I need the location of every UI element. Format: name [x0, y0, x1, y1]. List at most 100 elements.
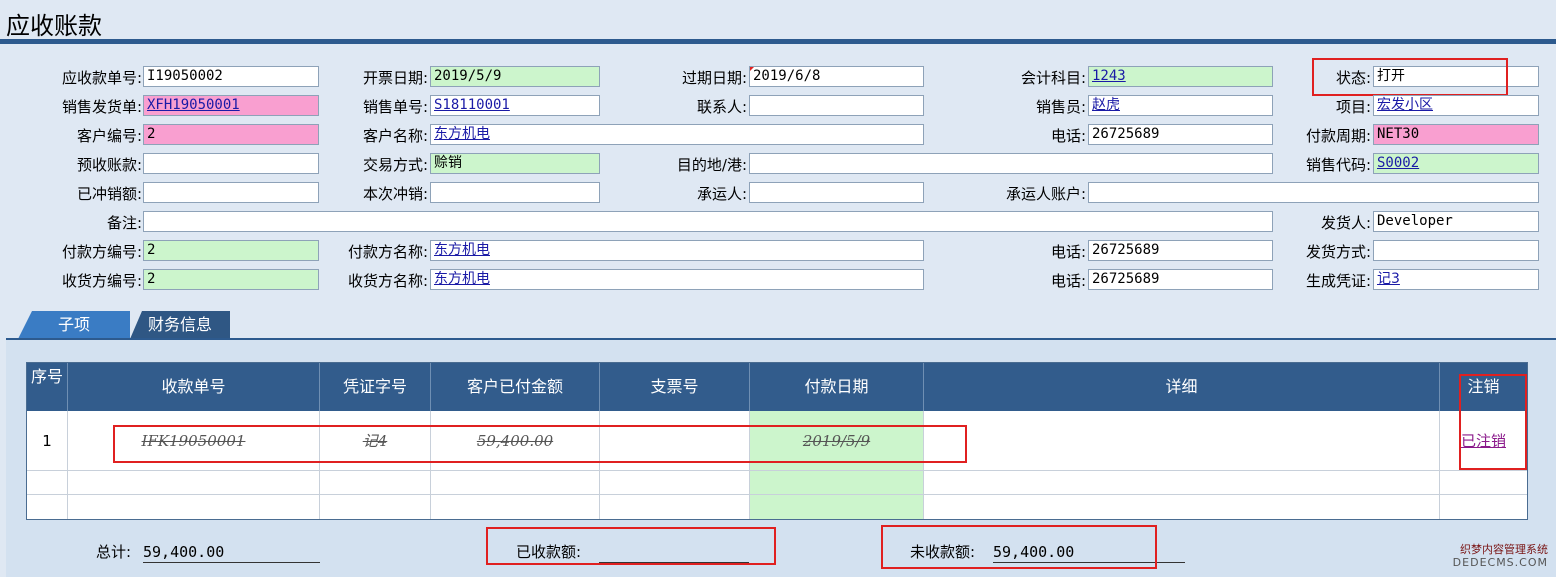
empty-cell: [924, 471, 1440, 495]
receivable-no-field[interactable]: I19050002: [143, 66, 319, 87]
payment-term-label: 付款周期:: [1305, 127, 1371, 145]
invoice-date-label: 开票日期:: [362, 69, 428, 87]
empty-cell: [750, 495, 924, 519]
col-header-detail[interactable]: 详细: [924, 363, 1440, 411]
col-header-paid-amount[interactable]: 客户已付金额: [431, 363, 600, 411]
col-header-seq[interactable]: 序号: [27, 363, 68, 411]
tab-items[interactable]: 子项: [18, 311, 130, 339]
sales-delivery-label: 销售发货单:: [61, 98, 142, 116]
phone2-field[interactable]: 26725689: [1088, 240, 1273, 261]
sales-code-label: 销售代码:: [1305, 156, 1371, 174]
sales-delivery-link[interactable]: XFH19050001: [147, 97, 240, 113]
customer-name-link[interactable]: 东方机电: [434, 126, 490, 142]
prepaid-field[interactable]: [143, 153, 319, 174]
invoice-date-field[interactable]: 2019/5/9: [430, 66, 600, 87]
ship-mode-field[interactable]: [1373, 240, 1539, 261]
voucher-link[interactable]: 记3: [1377, 271, 1400, 287]
row-highlight-box: [113, 425, 967, 463]
receiver-name-link[interactable]: 东方机电: [434, 271, 490, 287]
payer-no-field[interactable]: 2: [143, 240, 319, 261]
phone1-label: 电话:: [1050, 127, 1086, 145]
phone1-field[interactable]: 26725689: [1088, 124, 1273, 145]
cancel-column-highlight-box: [1459, 374, 1527, 470]
salesperson-label: 销售员:: [1035, 98, 1086, 116]
phone3-field[interactable]: 26725689: [1088, 269, 1273, 290]
watermark-line1: 织梦内容管理系统: [1460, 543, 1548, 556]
salesperson-field[interactable]: 赵虎: [1088, 95, 1273, 116]
sales-order-label: 销售单号:: [362, 98, 428, 116]
payer-no-label: 付款方编号:: [61, 243, 142, 261]
contact-field[interactable]: [749, 95, 924, 116]
total-label: 总计:: [96, 543, 132, 561]
project-link[interactable]: 宏发小区: [1377, 97, 1433, 113]
destination-field[interactable]: [749, 153, 1273, 174]
remark-label: 备注:: [106, 214, 142, 232]
receivable-no-label: 应收款单号:: [61, 69, 142, 87]
title-area: 应收账款: [0, 0, 1556, 40]
due-date-label: 过期日期:: [681, 69, 747, 87]
required-marker-icon: [750, 67, 755, 72]
carrier-account-field[interactable]: [1088, 182, 1539, 203]
col-header-check-no[interactable]: 支票号: [600, 363, 750, 411]
col-header-receipt-no[interactable]: 收款单号: [68, 363, 320, 411]
customer-no-label: 客户编号:: [76, 127, 142, 145]
cell-detail: [924, 411, 1440, 471]
empty-cell: [68, 495, 320, 519]
phone2-label: 电话:: [1050, 243, 1086, 261]
sales-delivery-field[interactable]: XFH19050001: [143, 95, 319, 116]
col-header-pay-date[interactable]: 付款日期: [750, 363, 924, 411]
empty-cell: [600, 471, 750, 495]
sales-code-link[interactable]: S0002: [1377, 155, 1419, 171]
tab-finance-info[interactable]: 财务信息: [130, 311, 230, 339]
account-subject-label: 会计科目:: [1020, 69, 1086, 87]
total-value: 59,400.00: [143, 542, 320, 563]
col-header-voucher-no[interactable]: 凭证字号: [320, 363, 431, 411]
customer-no-field[interactable]: 2: [143, 124, 319, 145]
watermark-line2: DEDECMS.COM: [1452, 556, 1548, 569]
prepaid-label: 预收账款:: [76, 156, 142, 174]
offset-amount-label: 已冲销额:: [76, 185, 142, 203]
receiver-name-field[interactable]: 东方机电: [430, 269, 924, 290]
offset-amount-field[interactable]: [143, 182, 319, 203]
voucher-field[interactable]: 记3: [1373, 269, 1539, 290]
due-date-field[interactable]: 2019/6/8: [749, 66, 924, 87]
empty-cell: [320, 471, 431, 495]
receiver-no-label: 收货方编号:: [61, 272, 142, 290]
sales-order-field[interactable]: S18110001: [430, 95, 600, 116]
unreceived-highlight-box: [881, 525, 1157, 569]
title-divider: [0, 39, 1556, 44]
page-title: 应收账款: [6, 12, 102, 40]
phone3-label: 电话:: [1050, 272, 1086, 290]
destination-label: 目的地/港:: [676, 156, 747, 174]
empty-cell: [1440, 495, 1527, 519]
payer-name-field[interactable]: 东方机电: [430, 240, 924, 261]
contact-label: 联系人:: [696, 98, 747, 116]
salesperson-link[interactable]: 赵虎: [1092, 97, 1120, 113]
customer-name-label: 客户名称:: [362, 127, 428, 145]
trade-mode-label: 交易方式:: [362, 156, 428, 174]
empty-cell: [600, 495, 750, 519]
carrier-field[interactable]: [749, 182, 924, 203]
empty-cell: [431, 471, 600, 495]
received-highlight-box: [486, 527, 776, 565]
empty-cell: [320, 495, 431, 519]
receiver-name-label: 收货方名称:: [347, 272, 428, 290]
customer-name-field[interactable]: 东方机电: [430, 124, 924, 145]
sales-code-field[interactable]: S0002: [1373, 153, 1539, 174]
empty-cell: [431, 495, 600, 519]
project-field[interactable]: 宏发小区: [1373, 95, 1539, 116]
shipper-field[interactable]: Developer: [1373, 211, 1539, 232]
payer-name-link[interactable]: 东方机电: [434, 242, 490, 258]
current-offset-field[interactable]: [430, 182, 600, 203]
project-label: 项目:: [1335, 98, 1371, 116]
account-subject-field[interactable]: 1243: [1088, 66, 1273, 87]
payment-term-field[interactable]: NET30: [1373, 124, 1539, 145]
remark-field[interactable]: [143, 211, 1273, 232]
account-subject-link[interactable]: 1243: [1092, 68, 1126, 84]
cell-seq: 1: [27, 411, 68, 471]
receiver-no-field[interactable]: 2: [143, 269, 319, 290]
status-highlight-box: [1312, 58, 1508, 96]
carrier-account-label: 承运人账户:: [1005, 185, 1086, 203]
trade-mode-field[interactable]: 赊销: [430, 153, 600, 174]
sales-order-link[interactable]: S18110001: [434, 97, 510, 113]
